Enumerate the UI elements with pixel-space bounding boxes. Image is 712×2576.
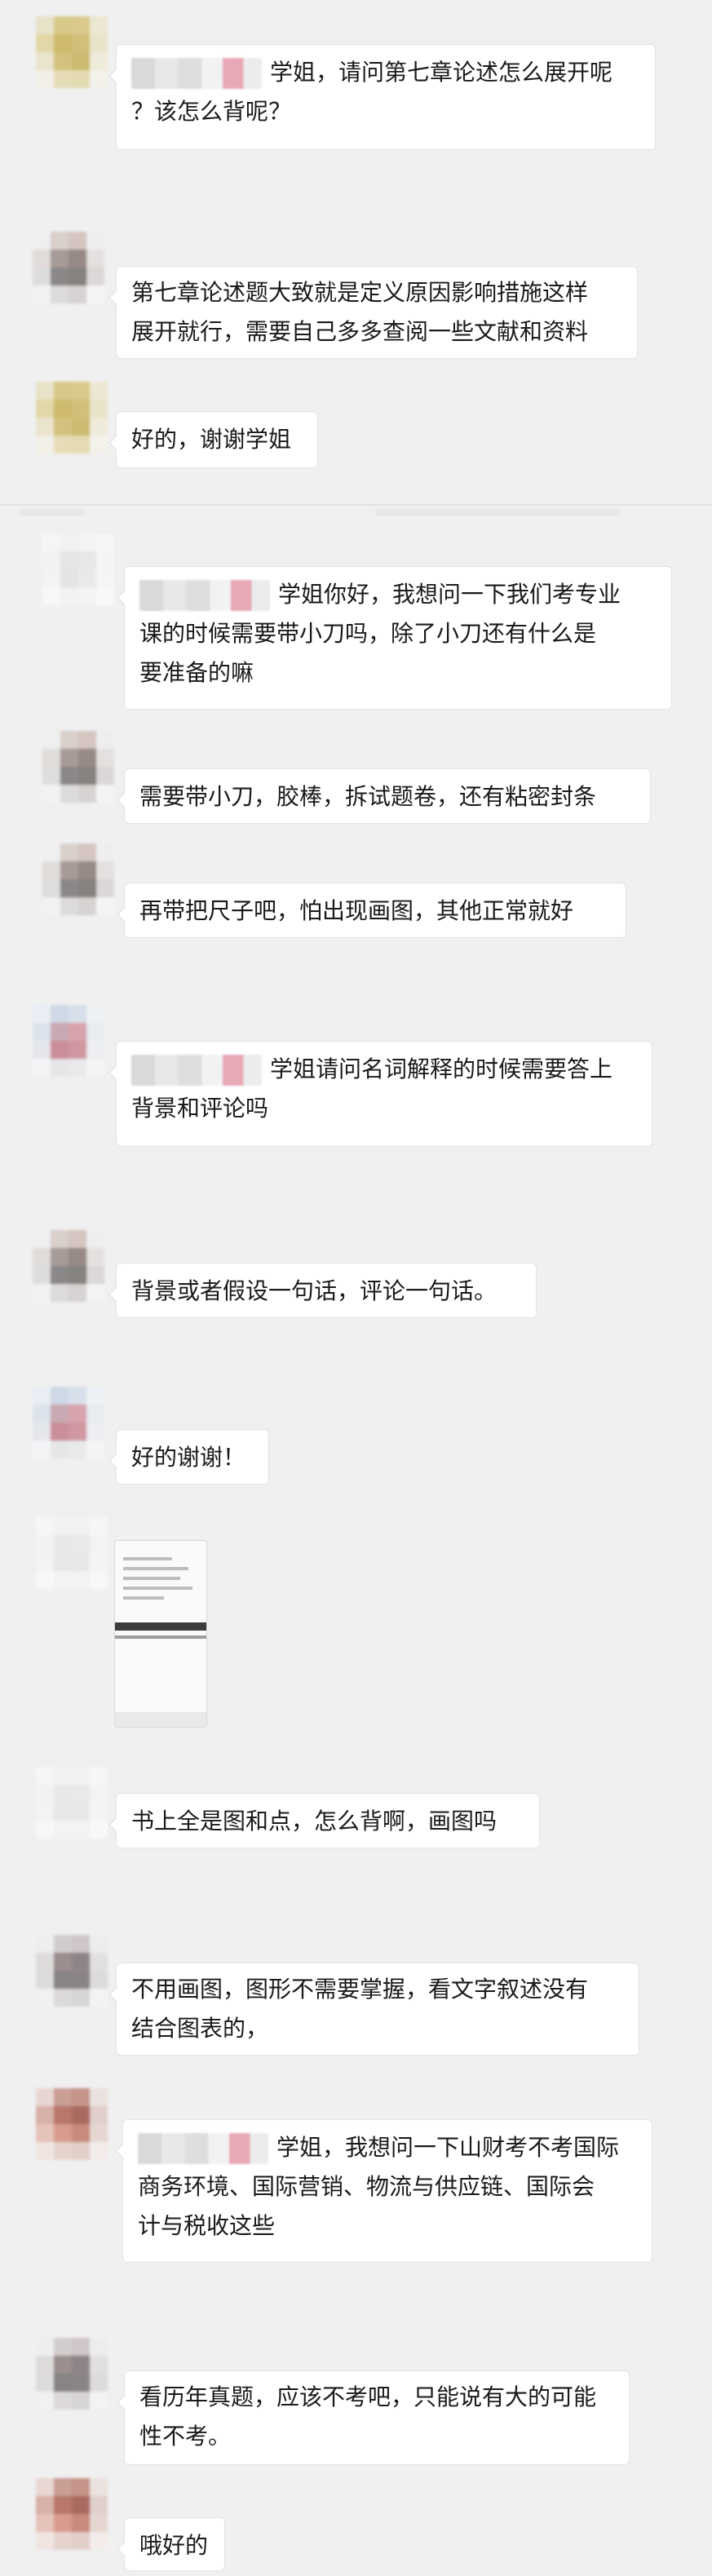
message-bubble: 需要带小刀，胶棒，拆试题卷，还有粘密封条 <box>117 768 651 824</box>
image-detail <box>123 1577 180 1580</box>
message-bubble: 学姐请问名词解释的时候需要答上 背景和评论吗 <box>108 1041 652 1147</box>
redacted-name <box>139 580 270 611</box>
image-detail <box>123 1596 164 1600</box>
message-bubble: 书上全是图和点，怎么背啊，画图吗 <box>108 1793 540 1848</box>
message-text: 哦好的 <box>139 2532 209 2559</box>
screenshot-divider <box>0 504 712 506</box>
image-detail <box>115 1635 206 1639</box>
divider-mark <box>375 509 620 516</box>
message-bubble: 好的，谢谢学姐 <box>108 411 318 468</box>
shared-screenshot-image[interactable] <box>114 1540 207 1728</box>
avatar[interactable] <box>36 1767 108 1839</box>
message-text: 背景和评论吗 <box>131 1095 269 1122</box>
message-text: 课的时候需要带小刀吗，除了小刀还有什么是 <box>139 620 597 647</box>
message-bubble: 不用画图，图形不需要掌握，看文字叙述没有 结合图表的， <box>108 1963 639 2056</box>
message-text: 商务环境、国际营销、物流与供应链、国际会 <box>138 2173 595 2200</box>
message-text: 看历年真题，应该不考吧，只能说有大的可能 <box>139 2383 597 2410</box>
avatar[interactable] <box>36 2088 108 2160</box>
avatar[interactable] <box>42 731 114 803</box>
message-text: 结合图表的， <box>131 2015 269 2042</box>
image-detail <box>123 1567 188 1570</box>
message-text: 学姐，我想问一下山财考不考国际 <box>276 2134 620 2161</box>
message-text: 学姐你好，我想问一下我们考专业 <box>278 581 621 608</box>
avatar[interactable] <box>36 1517 108 1589</box>
message-text: 第七章论述题大致就是定义原因影响措施这样 <box>131 279 589 306</box>
message-text: 背景或者假设一句话，评论一句话。 <box>131 1277 498 1304</box>
message-bubble: 第七章论述题大致就是定义原因影响措施这样 展开就行，需要自己多多查阅一些文献和资… <box>108 266 638 359</box>
redacted-name <box>131 1055 262 1086</box>
message-text: 要准备的嘛 <box>139 659 254 686</box>
avatar[interactable] <box>33 1387 104 1458</box>
image-detail <box>123 1587 192 1590</box>
message-bubble: 学姐你好，我想问一下我们考专业 课的时候需要带小刀吗，除了小刀还有什么是 要准备… <box>117 566 672 710</box>
message-text: 书上全是图和点，怎么背啊，画图吗 <box>131 1808 498 1835</box>
divider-mark <box>20 509 85 516</box>
image-detail <box>115 1712 206 1727</box>
message-text: 需要带小刀，胶棒，拆试题卷，还有粘密封条 <box>139 783 597 810</box>
message-bubble: 好的谢谢！ <box>108 1429 269 1485</box>
message-bubble: 哦好的 <box>117 2517 225 2571</box>
avatar[interactable] <box>33 232 104 303</box>
message-text: 学姐请问名词解释的时候需要答上 <box>270 1056 613 1082</box>
message-text: ？该怎么背呢？ <box>131 98 292 125</box>
avatar[interactable] <box>36 16 108 88</box>
avatar[interactable] <box>36 1935 108 2007</box>
message-text: 不用画图，图形不需要掌握，看文字叙述没有 <box>131 1976 589 2003</box>
avatar[interactable] <box>33 1005 104 1077</box>
avatar[interactable] <box>42 843 114 915</box>
message-bubble: 再带把尺子吧，怕出现画图，其他正常就好 <box>117 883 626 938</box>
message-text: 展开就行，需要自己多多查阅一些文献和资料 <box>131 318 589 345</box>
avatar[interactable] <box>33 1230 104 1302</box>
image-detail <box>115 1622 206 1631</box>
avatar[interactable] <box>36 382 108 454</box>
message-text: 性不考。 <box>139 2423 232 2450</box>
message-text: 好的，谢谢学姐 <box>131 426 292 453</box>
redacted-name <box>131 58 262 89</box>
message-bubble: 学姐，我想问一下山财考不考国际 商务环境、国际营销、物流与供应链、国际会 计与税… <box>115 2119 652 2263</box>
message-bubble: 学姐，请问第七章论述怎么展开呢 ？该怎么背呢？ <box>108 44 656 150</box>
message-text: 再带把尺子吧，怕出现画图，其他正常就好 <box>139 897 574 924</box>
avatar[interactable] <box>42 533 114 605</box>
message-text: 学姐，请问第七章论述怎么展开呢 <box>270 59 613 86</box>
message-bubble: 看历年真题，应该不考吧，只能说有大的可能 性不考。 <box>117 2370 630 2465</box>
message-bubble: 背景或者假设一句话，评论一句话。 <box>108 1263 537 1318</box>
image-detail <box>123 1557 172 1560</box>
message-text: 计与税收这些 <box>138 2212 276 2239</box>
avatar[interactable] <box>36 2338 108 2410</box>
message-text: 好的谢谢！ <box>131 1444 246 1471</box>
redacted-name <box>138 2133 268 2164</box>
avatar[interactable] <box>36 2478 108 2550</box>
